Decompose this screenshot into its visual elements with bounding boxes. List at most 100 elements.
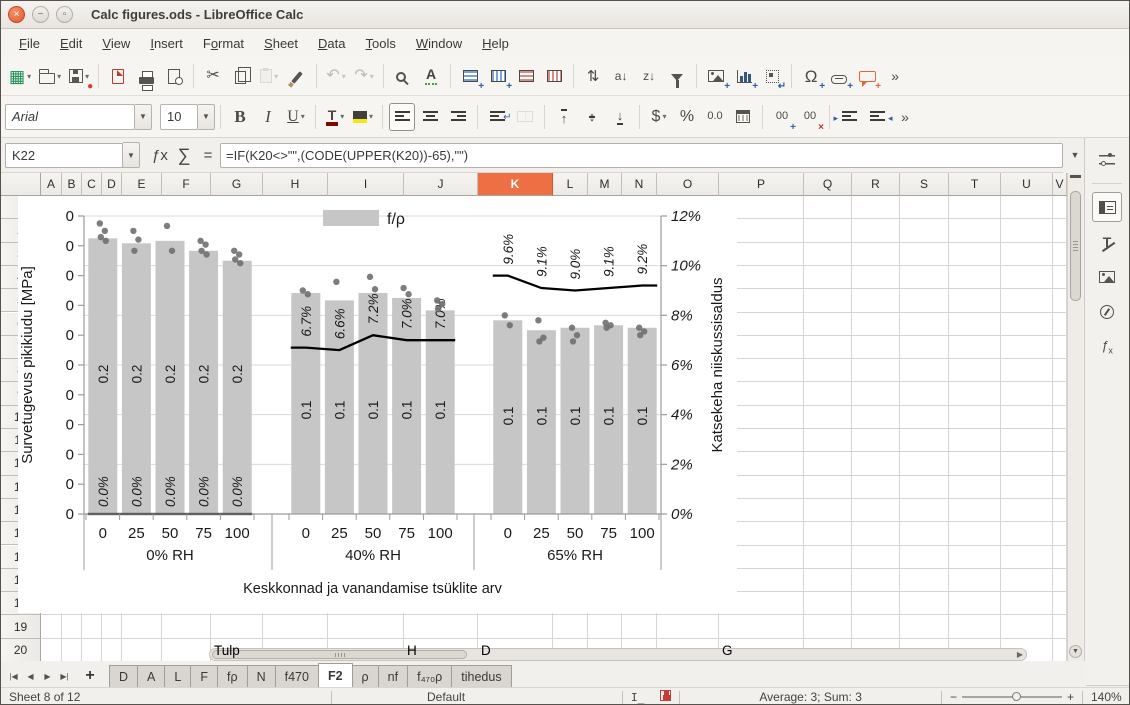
font-name-dropdown-icon[interactable]: ▼	[135, 104, 152, 130]
cell-G20[interactable]: Tulp	[211, 639, 263, 661]
sheet-tab-F[interactable]: F	[190, 665, 218, 687]
italic-icon[interactable]: I	[255, 103, 281, 131]
underline-icon[interactable]: U▾	[283, 103, 309, 131]
more-toolbar-options-icon[interactable]: »	[882, 62, 908, 90]
column-header-J[interactable]: J	[404, 173, 478, 196]
percent-format-icon[interactable]: %	[674, 103, 700, 131]
open-icon[interactable]: ▾	[36, 62, 64, 90]
column-header-S[interactable]: S	[900, 173, 949, 196]
menu-help[interactable]: Help	[472, 32, 519, 55]
column-header-Q[interactable]: Q	[804, 173, 852, 196]
insert-chart-icon[interactable]: +	[731, 62, 757, 90]
save-icon[interactable]: ●▾	[66, 62, 92, 90]
equals-button[interactable]: =	[196, 143, 220, 168]
save-dropdown-icon[interactable]: ▾	[85, 72, 89, 81]
menu-data[interactable]: Data	[308, 32, 355, 55]
font-size-input[interactable]: 10	[160, 104, 198, 130]
delete-decimal-place-icon[interactable]: 00×	[797, 103, 823, 131]
more-format-options-icon[interactable]: »	[892, 103, 918, 131]
column-header-R[interactable]: R	[852, 173, 900, 196]
vertical-scrollbar[interactable]: ▼	[1067, 173, 1083, 661]
column-header-O[interactable]: O	[657, 173, 719, 196]
insert-pivot-table-icon[interactable]: ↵	[759, 62, 785, 90]
align-right-icon[interactable]	[445, 103, 471, 131]
column-header-F[interactable]: F	[162, 173, 211, 196]
cell-J20[interactable]: H	[404, 639, 478, 661]
select-all-corner[interactable]	[1, 173, 41, 196]
font-name-input[interactable]: Arial	[5, 104, 135, 130]
cell-P20[interactable]: G	[719, 639, 804, 661]
number-format-icon[interactable]: 0.0	[702, 103, 728, 131]
name-box[interactable]: K22	[5, 143, 123, 168]
sort-icon[interactable]: ⇅	[580, 62, 606, 90]
menu-tools[interactable]: Tools	[356, 32, 406, 55]
add-decimal-place-icon[interactable]: 00+	[769, 103, 795, 131]
highlighting-color-icon[interactable]: ▾	[350, 103, 376, 131]
align-left-icon[interactable]	[389, 103, 415, 131]
menu-format[interactable]: Format	[193, 32, 254, 55]
add-sheet-icon[interactable]: +	[79, 666, 101, 686]
embedded-chart-object[interactable]: 0.20.20.20.20.20.10.10.10.10.10.10.10.10…	[18, 196, 737, 613]
column-header-L[interactable]: L	[553, 173, 588, 196]
insert-image-icon[interactable]: +	[703, 62, 729, 90]
column-header-N[interactable]: N	[622, 173, 657, 196]
bold-icon[interactable]: B	[227, 103, 253, 131]
paste-icon[interactable]: ▾	[256, 62, 282, 90]
column-header-U[interactable]: U	[1001, 173, 1053, 196]
highlighting-color-dropdown-icon[interactable]: ▾	[369, 112, 373, 121]
undo-dropdown-icon[interactable]: ▾	[342, 72, 346, 81]
copy-icon[interactable]	[228, 62, 254, 90]
menu-file[interactable]: File	[9, 32, 50, 55]
decrease-indent-icon[interactable]	[864, 103, 890, 131]
expand-formula-bar-icon[interactable]: ▼	[1065, 142, 1085, 168]
find-and-replace-icon[interactable]	[390, 62, 416, 90]
new-spreadsheet-icon[interactable]: ▦▾	[6, 62, 34, 90]
export-pdf-icon[interactable]	[105, 62, 131, 90]
align-bottom-icon[interactable]: ↓	[607, 103, 633, 131]
currency-format-dropdown-icon[interactable]: ▾	[662, 112, 666, 121]
align-center-icon[interactable]	[417, 103, 443, 131]
formula-input[interactable]: =IF(K20<>"",(CODE(UPPER(K20))-65),"")	[220, 143, 1063, 168]
zoom-slider-track[interactable]	[962, 696, 1062, 698]
sidebar-tab-properties[interactable]	[1092, 192, 1122, 222]
column-header-P[interactable]: P	[719, 173, 804, 196]
font-size-dropdown-icon[interactable]: ▼	[198, 104, 215, 130]
page-style[interactable]: Default	[332, 690, 622, 704]
column-header-C[interactable]: C	[82, 173, 102, 196]
sort-ascending-icon[interactable]: a↓	[608, 62, 634, 90]
sidebar-tab-gallery[interactable]	[1092, 262, 1122, 292]
document-modified-icon[interactable]	[652, 690, 679, 704]
autofilter-icon[interactable]	[664, 62, 690, 90]
column-header-D[interactable]: D	[102, 173, 122, 196]
sidebar-tab-styles[interactable]: T	[1092, 227, 1122, 257]
zoom-in-icon[interactable]: +	[1067, 690, 1074, 704]
column-header-K[interactable]: K	[478, 173, 553, 196]
center-vertically-icon[interactable]: ↕	[579, 103, 605, 131]
column-header-V[interactable]: V	[1053, 173, 1067, 196]
previous-sheet-icon[interactable]: ◀	[22, 666, 39, 686]
menu-view[interactable]: View	[92, 32, 140, 55]
column-header-E[interactable]: E	[122, 173, 162, 196]
font-color-dropdown-icon[interactable]: ▾	[340, 112, 344, 121]
sidebar-tab-navigator[interactable]	[1092, 297, 1122, 327]
cut-icon[interactable]: ✂	[200, 62, 226, 90]
paste-dropdown-icon[interactable]: ▾	[274, 72, 278, 81]
redo-icon[interactable]: ↷▾	[351, 62, 377, 90]
vertical-scrollbar-thumb[interactable]	[1070, 191, 1081, 301]
column-header-A[interactable]: A	[41, 173, 62, 196]
last-sheet-icon[interactable]: ▶|	[56, 666, 73, 686]
date-format-icon[interactable]	[730, 103, 756, 131]
sheet-tab-N[interactable]: N	[247, 665, 276, 687]
clone-formatting-icon[interactable]	[284, 62, 310, 90]
sheet-grid[interactable]: ABCDEFGHIJKLMNOPQRSTUV123456789101112131…	[1, 173, 1067, 661]
scroll-down-icon[interactable]: ▼	[1069, 645, 1082, 658]
name-box-dropdown-icon[interactable]: ▼	[123, 142, 140, 168]
delete-row-icon[interactable]	[513, 62, 539, 90]
sidebar-tab-sidebar-settings[interactable]	[1092, 144, 1122, 174]
open-dropdown-icon[interactable]: ▾	[57, 72, 61, 81]
currency-format-icon[interactable]: $▾	[646, 103, 672, 131]
column-header-B[interactable]: B	[62, 173, 82, 196]
print-icon[interactable]	[133, 62, 159, 90]
minimize-icon[interactable]: −	[32, 6, 49, 23]
spelling-icon[interactable]: A	[418, 62, 444, 90]
